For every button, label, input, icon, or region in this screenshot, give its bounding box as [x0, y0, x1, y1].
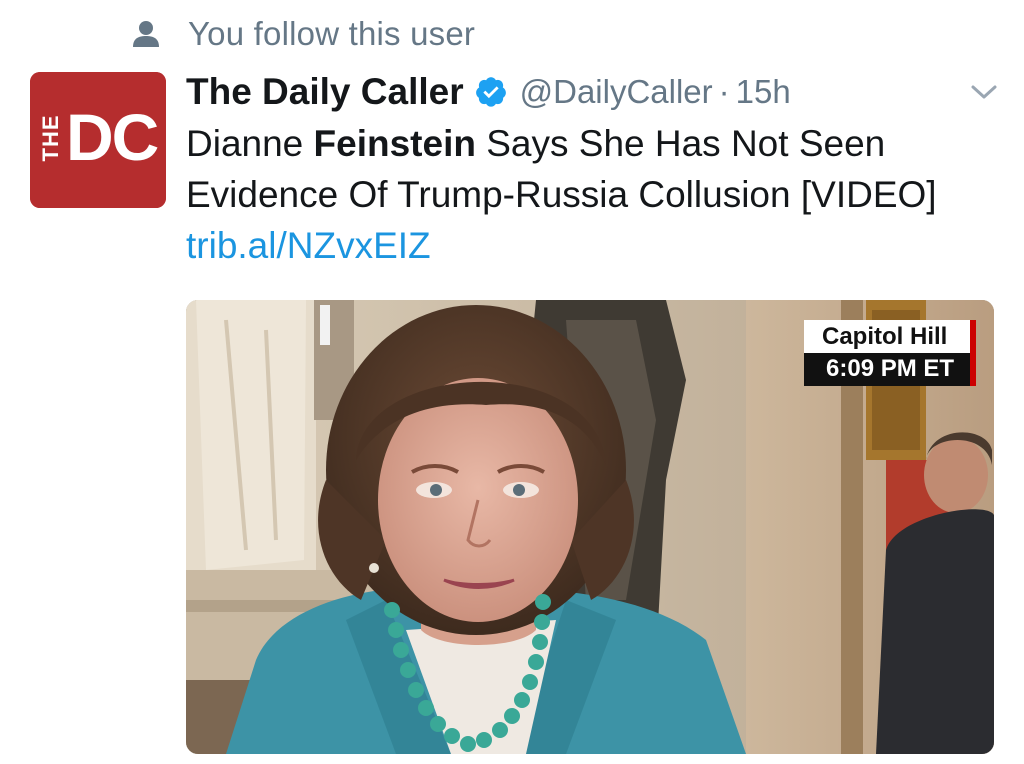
- location-label: Capitol Hill: [804, 320, 976, 353]
- social-context: You follow this user: [130, 12, 475, 56]
- verified-badge-icon: [474, 75, 508, 109]
- handle[interactable]: @DailyCaller: [520, 73, 713, 111]
- tweet-text-part1: Dianne: [186, 123, 314, 164]
- person-icon: [130, 18, 162, 50]
- context-text: You follow this user: [188, 15, 476, 52]
- tweet-text-bold: Feinstein: [313, 123, 476, 164]
- display-name[interactable]: The Daily Caller: [186, 71, 464, 113]
- separator-dot: ·: [718, 73, 730, 110]
- avatar-text-dc: DC: [66, 100, 159, 174]
- chevron-down-icon[interactable]: [966, 78, 1002, 106]
- tweet-link[interactable]: trib.al/NZvxEIZ: [186, 225, 431, 266]
- video-caption: Capitol Hill 6:09 PM ET: [804, 320, 976, 386]
- timestamp[interactable]: 15h: [736, 73, 791, 111]
- broadcast-time-label: 6:09 PM ET: [804, 353, 976, 386]
- avatar[interactable]: THE DC: [30, 72, 166, 208]
- avatar-text-the: THE: [38, 114, 63, 162]
- tweet-header: The Daily Caller @DailyCaller · 15h: [186, 68, 791, 116]
- tweet-text: Dianne Feinstein Says She Has Not Seen E…: [186, 118, 986, 271]
- media-image[interactable]: Capitol Hill 6:09 PM ET: [186, 300, 994, 754]
